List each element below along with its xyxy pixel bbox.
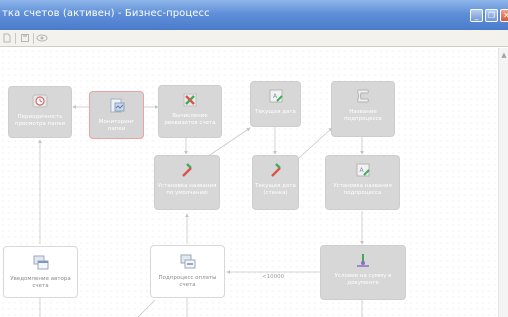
node-label: Подпроцесс оплаты счета xyxy=(158,275,217,288)
node-set-name-default[interactable]: Установка названия по умолчанию xyxy=(154,155,220,210)
calendar-arrows-icon xyxy=(270,163,281,177)
window-titlebar[interactable]: тка счетов (активен) - Бизнес-процесс _ … xyxy=(0,0,508,30)
restore-button[interactable]: ❐ xyxy=(485,9,498,22)
toolbar-separator xyxy=(15,33,16,44)
node-calc[interactable]: Вычисление реквизитов счета xyxy=(158,85,222,138)
toolbar xyxy=(0,30,508,47)
notify-window-icon xyxy=(33,255,48,270)
process-canvas[interactable]: <10000 Периодичность просмотра папки Мон… xyxy=(0,48,498,317)
node-condition[interactable]: Условие на сумму в документе xyxy=(320,245,406,300)
toolbar-separator xyxy=(33,33,34,44)
edge-curdate2-subprocname xyxy=(298,127,333,159)
calendar-icon: A xyxy=(269,89,283,103)
node-subproc-name[interactable]: Название подпроцесса xyxy=(331,81,395,137)
edge-pay-diag xyxy=(137,299,156,317)
calc-arrows-icon xyxy=(183,93,197,107)
node-label: Условие на сумму в документе xyxy=(334,273,392,286)
edge-label-threshold: <10000 xyxy=(262,274,285,280)
node-curdate-1[interactable]: A Текущая дата xyxy=(250,81,301,127)
node-label: Установка названия по умолчанию xyxy=(157,183,217,196)
node-monitor[interactable]: Мониторинг папки xyxy=(89,91,144,139)
folder-monitor-icon xyxy=(110,98,124,113)
node-label: Вычисление реквизитов счета xyxy=(164,113,216,126)
scroll-icon xyxy=(357,89,369,103)
node-label: Уведомление автора счета xyxy=(10,276,71,289)
node-label: Периодичность просмотра папки xyxy=(14,114,66,127)
document-icon[interactable] xyxy=(2,33,12,43)
node-label: Мониторинг папки xyxy=(98,119,135,132)
node-set-subproc-name[interactable]: A Установка названия подпроцесса xyxy=(325,155,400,210)
node-label: Текущая дата (стенка) xyxy=(255,183,296,196)
node-label: Название подпроцесса xyxy=(344,109,382,122)
node-period[interactable]: Периодичность просмотра папки xyxy=(8,86,72,138)
window-title: тка счетов (активен) - Бизнес-процесс xyxy=(2,8,210,19)
node-label: Текущая дата xyxy=(255,109,296,115)
close-button[interactable]: ✕ xyxy=(500,9,508,22)
subprocess-icon xyxy=(180,254,195,269)
scroll-up-icon[interactable]: ▲ xyxy=(500,51,508,59)
node-pay-subprocess[interactable]: Подпроцесс оплаты счета xyxy=(150,245,225,298)
minimize-button[interactable]: _ xyxy=(470,9,483,22)
condition-icon xyxy=(357,254,369,267)
eye-icon[interactable] xyxy=(36,33,48,43)
node-notify[interactable]: Уведомление автора счета xyxy=(3,246,78,298)
clock-icon xyxy=(32,94,48,108)
node-label: Установка названия подпроцесса xyxy=(333,183,392,196)
set-calendar-icon: A xyxy=(356,163,370,177)
set-arrows-icon xyxy=(182,163,192,177)
vertical-scrollbar[interactable]: ▲ xyxy=(498,48,508,317)
node-curdate-2[interactable]: Текущая дата (стенка) xyxy=(252,155,299,210)
save-icon[interactable] xyxy=(20,33,30,43)
